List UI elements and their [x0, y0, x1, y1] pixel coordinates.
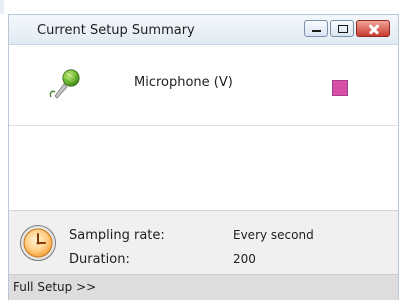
- full-setup-link[interactable]: Full Setup >>: [13, 280, 96, 294]
- maximize-button[interactable]: [330, 20, 354, 37]
- sampling-rate-value: Every second: [233, 228, 314, 242]
- sampling-rate-label: Sampling rate:: [69, 228, 165, 243]
- close-button[interactable]: [356, 20, 390, 37]
- window-controls: [302, 20, 390, 39]
- summary-panel: Sampling rate: Every second Duration: 20…: [9, 210, 398, 275]
- clock-icon: [20, 225, 56, 261]
- sensor-list-empty-area: [9, 126, 398, 209]
- title-bar[interactable]: Current Setup Summary: [9, 15, 398, 45]
- sensor-row[interactable]: Microphone (V): [9, 45, 398, 126]
- minimize-button[interactable]: [304, 20, 328, 37]
- duration-label: Duration:: [69, 252, 130, 267]
- duration-value: 200: [233, 252, 256, 266]
- microphone-icon: [49, 69, 80, 99]
- setup-summary-window: Current Setup Summary Microphone (V) Sam…: [8, 14, 399, 300]
- background-edge: [0, 0, 4, 14]
- window-title: Current Setup Summary: [37, 23, 195, 38]
- sensor-color-swatch: [332, 80, 348, 96]
- footer-bar: Full Setup >>: [9, 274, 398, 300]
- sensor-label: Microphone (V): [134, 75, 233, 90]
